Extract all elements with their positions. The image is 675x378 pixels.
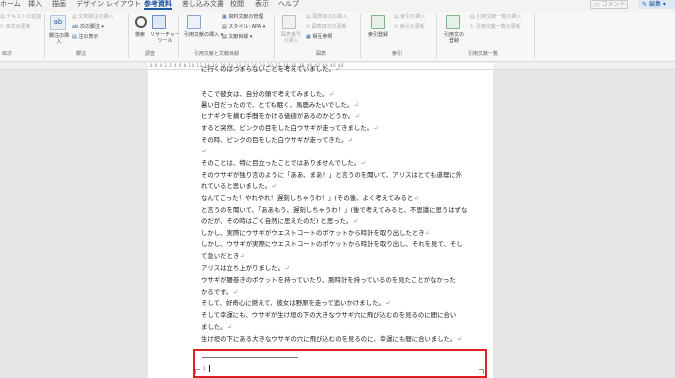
show-notes-button[interactable]: ▤ 注の表示 [72,34,98,40]
mark-citation-button[interactable]: 引用文の登録 [442,32,466,44]
paragraph: 生け垣の下にある大きなウサギの穴に飛び込むのを見るのに、幸運にも間に合いました。… [201,335,462,343]
researcher-icon [152,15,166,29]
paragraph: と言うのを聞いて、「ああもう、遅刻しちゃうわ！」(後で考えてみると、不思議に思う… [201,206,468,214]
tab-design[interactable]: デザイン [76,0,104,10]
captions-group-label: 図表 [316,51,327,57]
insert-endnote-button[interactable]: ▤ 文末脚注の挿入 [72,14,113,20]
insert-citation-icon [187,15,201,29]
cross-reference-button[interactable]: ▦ 相互参照 [306,34,332,40]
group-divider [178,14,179,58]
chevron-down-icon: ▾ [248,34,253,40]
citation-style-select[interactable]: ▤ スタイル: APA ▾ [222,24,265,30]
index-group-label: 索引 [392,51,403,57]
tab-insert[interactable]: 挿入 [28,0,42,10]
researcher-button[interactable]: リサーチャー ツール [150,32,180,44]
edit-mode-button[interactable]: ✎ 編集 ▾ [638,0,675,9]
pencil-icon: ✎ [642,1,649,8]
paragraph: その時、ピンクの目をした白ウサギが走ってきた。↵ [201,136,353,144]
paragraph: に行くのはつまらないことを考えていました。↵ [201,65,341,73]
mark-entry-icon [371,15,385,29]
paragraph: のだが、その時はごく自然に思えたのだ) と思った。↵ [201,217,358,225]
manage-sources-button[interactable]: ▦ 資料文献の管理 [222,14,263,20]
paragraph: ヒナギクを摘む手間をかける価値があるのかどうか。↵ [201,112,360,120]
group-divider [534,14,535,58]
group-divider [44,14,45,58]
footnotes-group-label: 脚注 [76,51,87,57]
paragraph: て急いだとき↵ [201,252,245,260]
references-ribbon: ▤ テキストの追加 ↻ 目次の更新 目次 ab 脚注の挿入 ▤ 文末脚注の挿入 … [0,12,675,62]
next-footnote-icon: ab [72,24,80,30]
paragraph: しかし、ウサギが実際にウエストコートのポケットから時計を取り出し、それを見て、そ… [201,240,463,248]
add-text-button[interactable]: ▤ テキストの追加 [0,14,41,20]
text-cursor [209,365,210,372]
insert-table-of-figures-button[interactable]: ▤ 図表目次の挿入 [306,14,347,20]
update-toc-button[interactable]: ↻ 目次の更新 [0,24,31,30]
tab-home[interactable]: ホーム [0,0,21,10]
footnote-number: 1 [203,366,206,371]
insert-table-of-authorities-button[interactable]: ▤ 引用文献一覧の挿入 [470,14,521,20]
paragraph: そして、好奇心に燃えて、彼女は野原を走って追いかけました。↵ [201,299,391,307]
insert-footnote-icon: ab [50,15,66,30]
footnote-separator [202,357,298,358]
research-group-label: 調査 [145,51,156,57]
group-divider [274,14,275,58]
tab-help[interactable]: ヘルプ [278,0,299,10]
tab-review[interactable]: 校閲 [230,0,244,10]
comment-icon: ▭ [594,1,602,8]
tab-draw[interactable]: 描画 [52,0,66,10]
chevron-down-icon: ▾ [261,24,266,30]
search-icon [135,16,147,28]
paragraph: かるです。↵ [201,288,238,296]
paragraph: そのことは、特に目立ったことではありませんでした。↵ [201,159,366,167]
search-button[interactable]: 検索 [135,32,145,38]
mark-entry-button[interactable]: 索引登録 [368,32,388,38]
paragraph: しかし、実際にウサギがウエストコートのポケットから時計を取り出したとき↵ [201,229,431,237]
paragraph: れていると思いました。↵ [201,182,277,190]
insert-caption-button[interactable]: 図表番号の挿入 [280,32,302,44]
paragraph: そして幸運にも、ウサギが生け垣の下の大きなウサギ穴に飛び込むのを見るのに間に合い [201,311,457,319]
tab-mailings[interactable]: 差し込み文書 [182,0,224,10]
paragraph: そのウサギが独り言のように「ああ、まあ！」と言うのを聞いて、アリスはとても道理に… [201,171,462,179]
paragraph: ↵ [201,147,207,155]
paragraph: ました。↵ [201,323,232,331]
group-divider [436,14,437,58]
bibliography-button[interactable]: ▤ 文献目録 ▾ [222,34,252,40]
insert-caption-icon [282,15,296,29]
paragraph: なんてこった！やれやれ！遅刻しちゃうわ！」(その後、よく考えてみると↵ [201,194,419,202]
paragraph: ウサギが腰巻きのポケットを持っていたり、腕時計を持っているのを見たことがなかった [201,276,456,284]
next-footnote-button[interactable]: ab 次の脚注 ▾ [72,24,104,30]
citations-group-label: 引用文献と文献目録 [194,51,240,57]
mark-citation-icon [446,15,460,29]
tab-view[interactable]: 表示 [255,0,269,10]
ribbon-tab-bar: ホーム 挿入 描画 デザイン レイアウト 参考資料 差し込み文書 校閲 表示 ヘ… [0,0,675,12]
insert-citation-button[interactable]: 引用文献の挿入 ▾ [184,32,223,38]
insert-index-button[interactable]: ▤ 索引の挿入 [394,14,425,20]
insert-footnote-button[interactable]: 脚注の挿入 [48,33,70,45]
paragraph: そこで彼女は、自分の頭で考えてみました。↵ [201,90,334,98]
tab-references[interactable]: 参考資料 [144,0,172,10]
chevron-down-icon: ▾ [660,1,666,8]
update-table-of-authorities-button[interactable]: ↻ 引用文献一覧の更新 [470,24,521,30]
paragraph: 暑い日だったので、とても眠く、馬鹿みたいでした。↵ [201,101,359,109]
paragraph: アリスは立ち上がりました。↵ [201,264,290,272]
tab-layout[interactable]: レイアウト [106,0,141,10]
group-divider [360,14,361,58]
group-divider [128,14,129,58]
paragraph: すると突然、ピンクの目をした白ウサギが走ってきました。↵ [201,124,379,132]
chevron-down-icon: ▾ [99,24,104,30]
update-index-button[interactable]: ↻ 索引の更新 [394,24,425,30]
toc-group-label: 目次 [2,51,13,57]
footnote-area-highlight[interactable]: 1 [193,349,487,378]
comment-button[interactable]: ▭ コメント [590,0,628,9]
update-table-button[interactable]: ↻ 図表目次の更新 [306,24,347,30]
authorities-group-label: 引用文献一覧 [468,51,499,57]
